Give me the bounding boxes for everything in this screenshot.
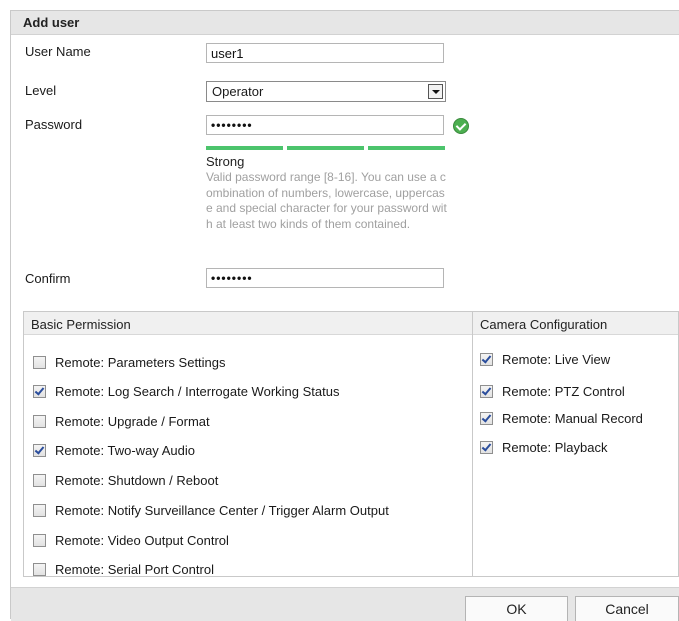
camera-configuration-section: Camera Configuration Remote: Live View Re… xyxy=(473,312,678,576)
strength-segment xyxy=(368,146,445,150)
permission-checkbox[interactable] xyxy=(33,474,46,487)
level-label: Level xyxy=(25,83,57,98)
permission-checkbox[interactable] xyxy=(480,441,493,454)
permission-label: Remote: Notify Surveillance Center / Tri… xyxy=(55,503,389,518)
permission-checkbox[interactable] xyxy=(480,353,493,366)
password-label: Password xyxy=(25,117,83,132)
permission-label: Remote: PTZ Control xyxy=(502,384,625,399)
cancel-button[interactable]: Cancel xyxy=(575,596,679,621)
dialog-title: Add user xyxy=(23,15,80,30)
permission-label: Remote: Video Output Control xyxy=(55,533,229,548)
permission-label: Remote: Shutdown / Reboot xyxy=(55,473,219,488)
permission-label: Remote: Log Search / Interrogate Working… xyxy=(55,384,340,399)
user-name-label: User Name xyxy=(25,44,91,59)
camera-configuration-header: Camera Configuration xyxy=(473,312,678,335)
dialog-title-bar: Add user xyxy=(11,11,679,35)
permission-label: Remote: Upgrade / Format xyxy=(55,414,210,429)
permission-label: Remote: Two-way Audio xyxy=(55,443,195,458)
permission-checkbox[interactable] xyxy=(33,563,46,576)
permission-checkbox[interactable] xyxy=(33,444,46,457)
strength-segment xyxy=(206,146,283,150)
chevron-down-icon[interactable] xyxy=(428,84,443,99)
password-hint: Valid password range [8-16]. You can use… xyxy=(206,170,447,231)
permission-label: Remote: Serial Port Control xyxy=(55,562,214,577)
level-select[interactable]: Operator xyxy=(206,81,446,102)
permission-label: Remote: Live View xyxy=(502,352,611,367)
ok-button[interactable]: OK xyxy=(465,596,568,621)
add-user-dialog: Add user User Name Level Operator Passwo… xyxy=(10,10,679,621)
confirm-password-field[interactable]: •••••••• xyxy=(206,268,444,288)
permission-checkbox[interactable] xyxy=(33,415,46,428)
password-strength-label: Strong xyxy=(206,154,245,169)
strength-segment xyxy=(287,146,364,150)
valid-check-icon xyxy=(453,118,469,134)
permission-panel: Basic Permission Remote: Parameters Sett… xyxy=(23,311,679,577)
confirm-label: Confirm xyxy=(25,271,71,286)
permission-checkbox[interactable] xyxy=(480,385,493,398)
basic-permission-section: Basic Permission Remote: Parameters Sett… xyxy=(24,312,473,577)
permission-checkbox[interactable] xyxy=(33,504,46,517)
permission-checkbox[interactable] xyxy=(33,356,46,369)
camera-configuration-title: Camera Configuration xyxy=(480,317,608,332)
dialog-footer: OK Cancel xyxy=(11,587,679,621)
user-name-input[interactable] xyxy=(206,43,444,63)
permission-label: Remote: Manual Record xyxy=(502,411,643,426)
permission-label: Remote: Parameters Settings xyxy=(55,355,226,370)
basic-permission-title: Basic Permission xyxy=(31,317,131,332)
permission-checkbox[interactable] xyxy=(33,385,46,398)
basic-permission-header: Basic Permission xyxy=(24,312,472,335)
password-field[interactable]: •••••••• xyxy=(206,115,444,135)
permission-checkbox[interactable] xyxy=(33,534,46,547)
permission-label: Remote: Playback xyxy=(502,440,608,455)
level-selected-value: Operator xyxy=(212,84,264,99)
permission-checkbox[interactable] xyxy=(480,412,493,425)
